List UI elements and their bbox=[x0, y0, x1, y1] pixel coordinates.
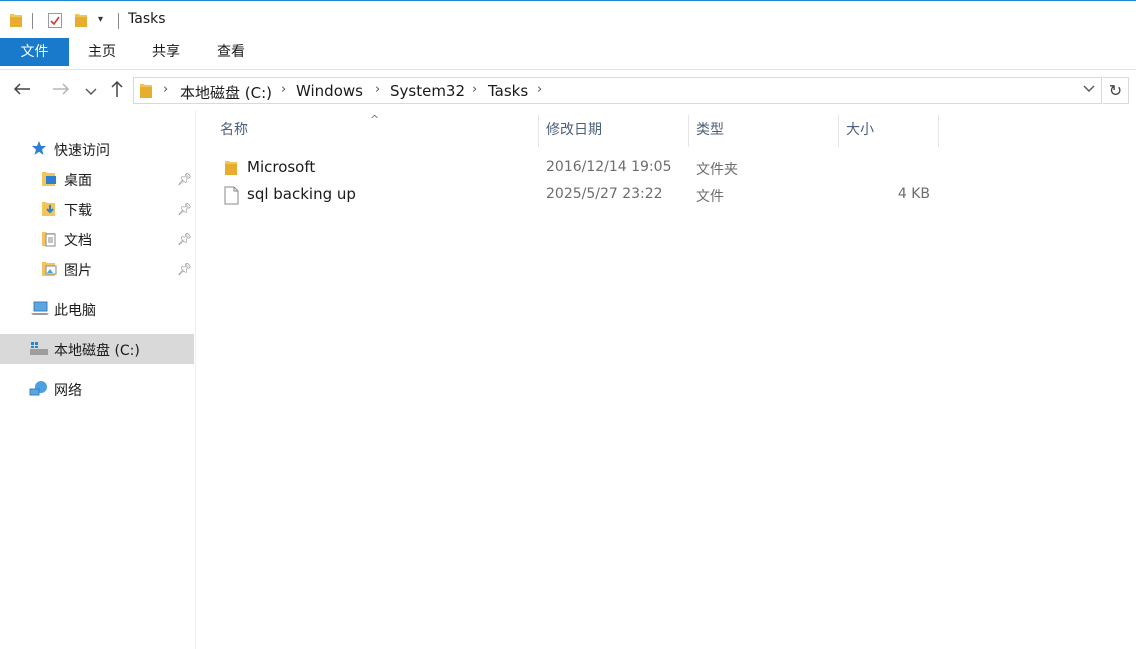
sidebar-item-pictures[interactable]: 图片 📌︎ bbox=[0, 254, 194, 284]
properties-icon[interactable] bbox=[47, 12, 63, 33]
sidebar-item-documents[interactable]: 文档 📌︎ bbox=[0, 224, 194, 254]
navigation-bar: › 本地磁盘 (C:) › Windows › System32 › Tasks… bbox=[0, 76, 1136, 106]
column-header-name[interactable]: 名称 bbox=[212, 113, 538, 147]
sidebar-item-label: 此电脑 bbox=[54, 303, 96, 319]
computer-icon bbox=[30, 300, 50, 320]
breadcrumb-chevron-right-icon[interactable]: › bbox=[375, 82, 380, 97]
file-type: 文件 bbox=[696, 189, 724, 205]
pin-icon[interactable]: 📌︎ bbox=[177, 262, 192, 276]
file-modified-date: 2016/12/14 19:05 bbox=[546, 159, 672, 175]
ribbon-tabs: 文件 主页 共享 查看 bbox=[0, 38, 1136, 70]
sidebar-item-downloads[interactable]: 下载 📌︎ bbox=[0, 194, 194, 224]
sidebar-item-label: 本地磁盘 (C:) bbox=[54, 343, 140, 359]
recent-locations-chevron-down-icon[interactable] bbox=[80, 80, 102, 102]
documents-folder-icon bbox=[41, 230, 57, 251]
breadcrumb-system32[interactable]: System32 bbox=[390, 82, 465, 100]
pin-icon[interactable]: 📌︎ bbox=[177, 232, 192, 246]
breadcrumb-chevron-right-icon[interactable]: › bbox=[281, 82, 286, 97]
file-name: Microsoft bbox=[247, 158, 316, 176]
tab-share[interactable]: 共享 bbox=[146, 38, 186, 66]
sidebar-item-label: 下载 bbox=[64, 203, 92, 219]
file-row-microsoft[interactable]: Microsoft 2016/12/14 19:05 文件夹 bbox=[212, 155, 942, 182]
navigation-pane: 快速访问 桌面 📌︎ 下载 📌︎ 文档 📌︎ 图片 📌︎ 此电脑 本地磁盘 (C… bbox=[0, 110, 196, 649]
column-header-date[interactable]: 修改日期 bbox=[538, 113, 688, 147]
file-name: sql backing up bbox=[247, 185, 356, 203]
file-icon bbox=[224, 186, 239, 209]
folder-icon bbox=[139, 82, 153, 103]
sidebar-item-quick-access[interactable]: 快速访问 bbox=[0, 134, 194, 164]
network-icon bbox=[29, 380, 49, 401]
breadcrumb-windows[interactable]: Windows bbox=[296, 82, 363, 100]
pictures-folder-icon bbox=[41, 260, 57, 281]
refresh-icon: ↻ bbox=[1108, 81, 1123, 100]
refresh-button[interactable]: ↻ bbox=[1103, 77, 1129, 104]
column-header-size[interactable]: 大小 bbox=[838, 113, 938, 147]
drive-icon bbox=[29, 341, 49, 361]
sidebar-item-label: 网络 bbox=[54, 383, 82, 399]
file-row-sql-backing-up[interactable]: sql backing up 2025/5/27 23:22 文件 4 KB bbox=[212, 182, 942, 209]
downloads-folder-icon bbox=[41, 200, 57, 221]
column-headers: 名称 修改日期 类型 大小 bbox=[212, 113, 942, 147]
tab-home[interactable]: 主页 bbox=[82, 38, 122, 66]
breadcrumb-chevron-right-icon[interactable]: › bbox=[472, 82, 477, 97]
sidebar-item-label: 文档 bbox=[64, 233, 92, 249]
toolbar-separator bbox=[32, 13, 33, 29]
breadcrumb-local-disk[interactable]: 本地磁盘 (C:) bbox=[180, 82, 272, 103]
sidebar-item-local-disk[interactable]: 本地磁盘 (C:) bbox=[0, 334, 194, 364]
pin-icon[interactable]: 📌︎ bbox=[177, 202, 192, 216]
breadcrumb-chevron-right-icon[interactable]: › bbox=[537, 82, 542, 97]
sidebar-item-desktop[interactable]: 桌面 📌︎ bbox=[0, 164, 194, 194]
column-header-type[interactable]: 类型 bbox=[688, 113, 838, 147]
file-modified-date: 2025/5/27 23:22 bbox=[546, 186, 663, 202]
sidebar-item-this-pc[interactable]: 此电脑 bbox=[0, 294, 194, 324]
folder-icon[interactable] bbox=[9, 12, 23, 32]
up-arrow-icon[interactable] bbox=[106, 80, 128, 102]
window-title: Tasks bbox=[128, 11, 166, 27]
sidebar-item-label: 快速访问 bbox=[54, 143, 110, 159]
column-divider[interactable] bbox=[938, 115, 939, 147]
breadcrumb-chevron-right-icon[interactable]: › bbox=[163, 82, 168, 97]
tab-file[interactable]: 文件 bbox=[0, 38, 69, 66]
address-history-chevron-down-icon[interactable] bbox=[1083, 82, 1095, 97]
breadcrumb-tasks[interactable]: Tasks bbox=[488, 82, 528, 100]
tab-view[interactable]: 查看 bbox=[211, 38, 251, 66]
title-bar: ▾ Tasks bbox=[0, 0, 1136, 38]
new-folder-icon[interactable] bbox=[74, 12, 88, 32]
file-size: 4 KB bbox=[897, 186, 930, 202]
toolbar-separator bbox=[118, 13, 119, 29]
back-arrow-icon[interactable] bbox=[11, 80, 33, 102]
address-bar[interactable]: › 本地磁盘 (C:) › Windows › System32 › Tasks… bbox=[133, 77, 1102, 104]
file-type: 文件夹 bbox=[696, 162, 738, 178]
sidebar-item-label: 图片 bbox=[64, 263, 92, 279]
sidebar-item-label: 桌面 bbox=[64, 173, 92, 189]
customize-toolbar-icon[interactable]: ▾ bbox=[98, 14, 103, 25]
sidebar-item-network[interactable]: 网络 bbox=[0, 374, 194, 404]
star-icon bbox=[31, 140, 47, 160]
desktop-folder-icon bbox=[41, 170, 57, 191]
pin-icon[interactable]: 📌︎ bbox=[177, 172, 192, 186]
forward-arrow-icon[interactable] bbox=[50, 80, 72, 102]
folder-icon bbox=[224, 159, 238, 180]
